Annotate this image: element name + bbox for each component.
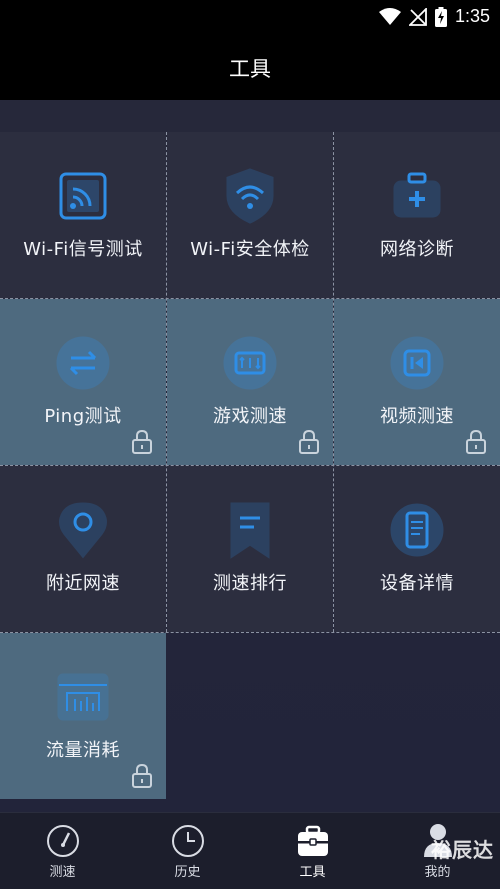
clock-icon <box>171 825 204 857</box>
transfer-arrows-icon <box>56 336 110 390</box>
battery-charging-icon <box>434 6 447 27</box>
nav-history[interactable]: 历史 <box>125 813 250 889</box>
tool-video-speed-test[interactable]: 视频测速 <box>334 299 500 465</box>
tools-panel: Wi-Fi信号测试 Wi-Fi安全体检 网络诊断 Ping测试 游戏测速 视频测… <box>0 100 500 812</box>
tool-label: 测速排行 <box>213 573 287 594</box>
status-bar: 1:35 <box>0 0 500 36</box>
nav-label: 历史 <box>174 865 201 880</box>
nav-tools[interactable]: 工具 <box>250 813 375 889</box>
grid-divider <box>166 132 167 632</box>
lock-icon <box>466 429 486 454</box>
tool-network-diagnosis[interactable]: 网络诊断 <box>334 132 500 298</box>
watermark: 裕辰达 <box>431 838 494 862</box>
tool-ping-test[interactable]: Ping测试 <box>0 299 166 465</box>
phone-device-icon <box>390 503 444 557</box>
wifi-signal-icon <box>59 172 107 220</box>
lock-icon <box>132 763 152 788</box>
game-speed-icon <box>223 336 277 390</box>
tool-label: 游戏测速 <box>213 406 287 427</box>
grid-divider <box>0 632 500 633</box>
tool-device-details[interactable]: 设备详情 <box>334 466 500 632</box>
tool-wifi-security-check[interactable]: Wi-Fi安全体检 <box>167 132 333 298</box>
tool-nearby-speed[interactable]: 附近网速 <box>0 466 166 632</box>
tool-label: 视频测速 <box>380 406 454 427</box>
no-signal-icon <box>408 7 427 26</box>
tool-label: Wi-Fi安全体检 <box>190 239 310 260</box>
video-play-icon <box>390 336 444 390</box>
nav-label: 工具 <box>299 865 326 880</box>
first-aid-kit-icon <box>393 172 441 218</box>
lock-icon <box>132 429 152 454</box>
bookmark-ranking-icon <box>230 502 270 559</box>
grid-divider <box>0 298 500 299</box>
status-time: 1:35 <box>454 6 490 26</box>
tool-speed-ranking[interactable]: 测速排行 <box>167 466 333 632</box>
traffic-meter-icon <box>57 673 109 721</box>
wifi-status-icon <box>378 7 401 25</box>
speedometer-icon <box>46 825 79 857</box>
tool-label: Wi-Fi信号测试 <box>23 239 143 260</box>
title-bar: 工具 <box>0 36 500 100</box>
nav-speed-test[interactable]: 测速 <box>0 813 125 889</box>
toolbox-icon <box>297 825 328 856</box>
tool-game-speed-test[interactable]: 游戏测速 <box>167 299 333 465</box>
tool-label: 流量消耗 <box>46 740 120 761</box>
bottom-nav: 测速 历史 工具 我的 裕辰达 <box>0 812 500 889</box>
nav-label: 我的 <box>424 865 451 880</box>
wifi-shield-icon <box>226 168 274 224</box>
tools-grid: Wi-Fi信号测试 Wi-Fi安全体检 网络诊断 Ping测试 游戏测速 视频测… <box>0 132 500 799</box>
lock-icon <box>299 429 319 454</box>
tool-label: 网络诊断 <box>380 239 454 260</box>
page-title: 工具 <box>229 57 271 81</box>
tool-label: 附近网速 <box>46 573 120 594</box>
grid-divider <box>0 465 500 466</box>
tool-wifi-signal-test[interactable]: Wi-Fi信号测试 <box>0 132 166 298</box>
tool-traffic-usage[interactable]: 流量消耗 <box>0 633 166 799</box>
nav-label: 测速 <box>49 865 76 880</box>
status-icons: 1:35 <box>378 6 490 27</box>
location-pin-icon <box>59 502 107 559</box>
tool-label: Ping测试 <box>44 406 122 427</box>
tool-label: 设备详情 <box>380 573 454 594</box>
grid-divider <box>333 132 334 632</box>
